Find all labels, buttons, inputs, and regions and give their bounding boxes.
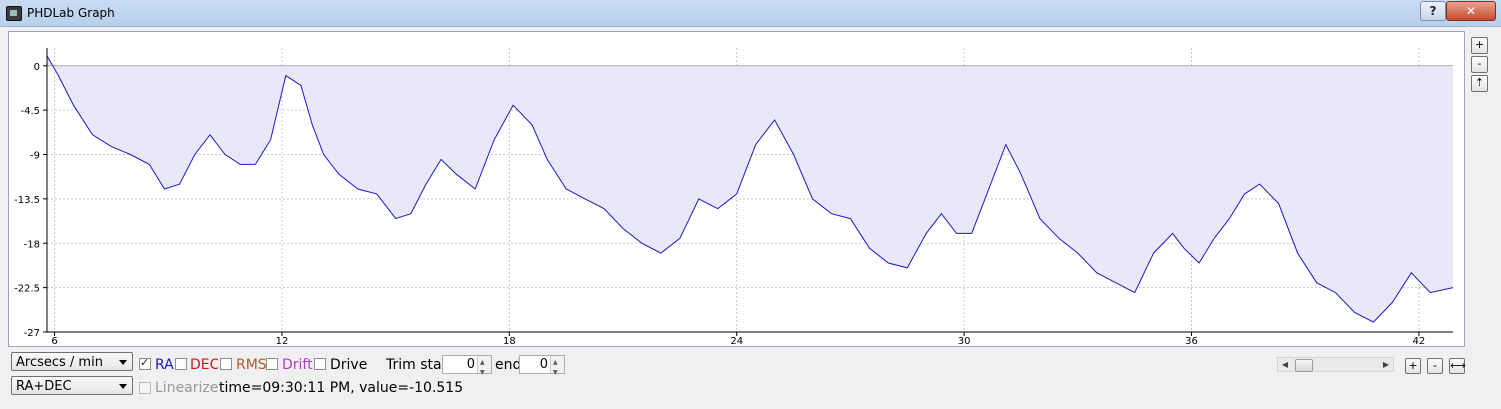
x-tick-label: 6 (51, 336, 57, 346)
close-button[interactable]: ✕ (1446, 1, 1496, 21)
linearize-checkbox[interactable] (139, 382, 151, 394)
status-readout: time=09:30:11 PM, value=-10.515 (219, 380, 464, 396)
drift-checkbox[interactable] (266, 358, 278, 370)
dec-label: DEC (190, 357, 218, 373)
spin-arrows-icon[interactable] (477, 354, 491, 381)
zoom-out-y-button[interactable]: - (1471, 56, 1488, 73)
x-axis-ticks: 6 12 18 24 30 36 42 (51, 332, 1425, 346)
mode-select[interactable]: RA+DEC (11, 376, 133, 395)
y-tick-label: 0 (34, 62, 40, 73)
drive-checkbox[interactable] (314, 358, 326, 370)
reset-y-button[interactable]: ⇡ (1471, 75, 1488, 92)
trim-start-value: 0 (466, 357, 475, 372)
trim-end-value: 0 (539, 357, 548, 372)
spin-arrows-icon[interactable] (550, 354, 564, 381)
ra-area-fill (47, 55, 1453, 323)
x-tick-label: 42 (1413, 336, 1426, 346)
ra-label: RA (155, 357, 174, 373)
scroll-thumb[interactable] (1295, 359, 1313, 372)
title-bar[interactable]: PHDLab Graph ? ✕ (0, 0, 1501, 27)
phdlab-graph-window: PHDLab Graph ? ✕ 0 -4.5 -9 -13.5 -18 -22.5 -27… (0, 0, 1501, 409)
rms-label: RMS (236, 357, 266, 373)
x-tick-label: 12 (276, 336, 289, 346)
drive-label: Drive (330, 357, 368, 373)
y-tick-label: -27 (24, 328, 40, 339)
zoom-in-y-button[interactable]: + (1471, 37, 1488, 54)
y-tick-label: -9 (30, 151, 40, 162)
trim-end-label: end (495, 357, 519, 373)
y-tick-label: -22.5 (14, 284, 40, 295)
x-tick-label: 36 (1185, 336, 1198, 346)
ra-checkbox[interactable] (139, 356, 151, 370)
y-tick-label: -4.5 (20, 106, 40, 117)
drift-label: Drift (282, 357, 313, 373)
units-select-value: Arcsecs / min (16, 355, 103, 370)
zoom-out-x-button[interactable]: - (1427, 358, 1443, 374)
y-tick-label: -13.5 (14, 195, 40, 206)
dec-checkbox[interactable] (175, 358, 187, 370)
x-tick-label: 18 (503, 336, 516, 346)
chevron-down-icon (119, 384, 127, 389)
fit-x-button[interactable]: ⟷ (1449, 358, 1466, 374)
rms-checkbox[interactable] (220, 358, 232, 370)
horizontal-scrollbar[interactable]: ◀ ▶ (1277, 357, 1394, 372)
x-tick-label: 24 (730, 336, 743, 346)
units-select[interactable]: Arcsecs / min (11, 352, 133, 371)
zoom-in-x-button[interactable]: + (1405, 358, 1421, 374)
chevron-down-icon (119, 360, 127, 365)
scroll-left-icon[interactable]: ◀ (1278, 358, 1292, 371)
window-title: PHDLab Graph (27, 6, 115, 20)
y-axis-ticks: 0 -4.5 -9 -13.5 -18 -22.5 -27 (14, 62, 47, 339)
trim-end-spinbox[interactable]: 0 (519, 354, 565, 381)
trim-start-spinbox[interactable]: 0 (442, 354, 492, 381)
scroll-right-icon[interactable]: ▶ (1379, 358, 1393, 371)
y-tick-label: -18 (24, 239, 40, 250)
mode-select-value: RA+DEC (16, 379, 72, 394)
trim-start-label: Trim star (386, 357, 441, 373)
x-tick-label: 30 (958, 336, 971, 346)
graph-area[interactable]: 0 -4.5 -9 -13.5 -18 -22.5 -27 6 12 18 24 30 36 42 (8, 31, 1465, 347)
app-icon (6, 6, 22, 21)
help-button[interactable]: ? (1420, 1, 1446, 21)
linearize-label: Linearize (155, 380, 219, 396)
guide-graph-plot[interactable]: 0 -4.5 -9 -13.5 -18 -22.5 -27 6 12 18 24 30 36 42 (9, 32, 1464, 346)
